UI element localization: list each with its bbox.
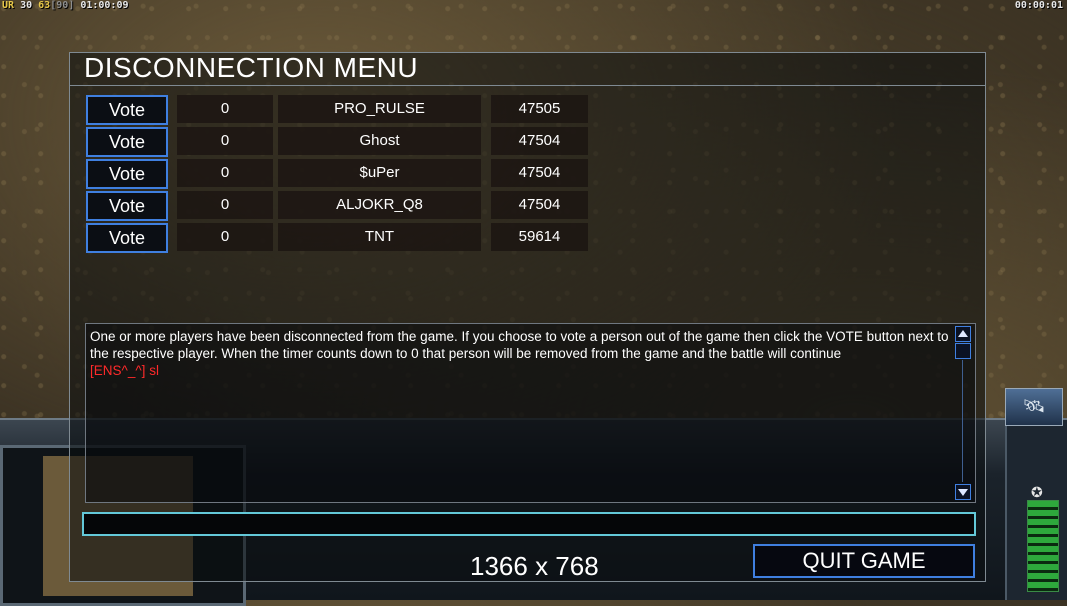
player-timer: 0 — [177, 95, 273, 123]
power-meter — [1027, 500, 1059, 592]
chat-input[interactable] — [82, 512, 976, 536]
player-timer: 0 — [177, 223, 273, 251]
message-box: One or more players have been disconnect… — [85, 323, 976, 503]
chat-message: [ENS^_^] sl — [90, 363, 159, 378]
player-timer: 0 — [177, 159, 273, 187]
star-icon[interactable]: ✪ — [1031, 484, 1051, 500]
scroll-up-icon[interactable] — [955, 326, 971, 342]
hud-stat-a: UR — [2, 0, 15, 11]
hud-stat-d: [90] — [50, 0, 75, 11]
vote-button[interactable]: Vote — [86, 191, 168, 221]
dialog-title: DISCONNECTION MENU — [84, 52, 419, 83]
scroll-track — [962, 360, 963, 482]
message-scrollbar[interactable] — [955, 326, 971, 500]
title-divider — [70, 85, 985, 86]
player-ping: 47504 — [491, 191, 588, 219]
disconnection-dialog: DISCONNECTION MENU Vote 0 PRO_RULSE 4750… — [69, 52, 986, 582]
player-ping: 47504 — [491, 127, 588, 155]
disconnect-message: One or more players have been disconnect… — [90, 329, 949, 361]
message-text: One or more players have been disconnect… — [90, 328, 952, 379]
vote-button[interactable]: Vote — [86, 159, 168, 189]
vote-button[interactable]: Vote — [86, 95, 168, 125]
satellite-icon[interactable]: 🛰 — [1005, 388, 1063, 426]
player-name: $uPer — [278, 159, 481, 187]
player-ping: 47504 — [491, 159, 588, 187]
player-name: ALJOKR_Q8 — [278, 191, 481, 219]
hud-stat-c: 63 — [38, 0, 51, 11]
vote-button[interactable]: Vote — [86, 223, 168, 253]
scroll-thumb[interactable] — [955, 343, 971, 359]
player-ping: 47505 — [491, 95, 588, 123]
player-timer: 0 — [177, 127, 273, 155]
resolution-label: 1366 x 768 — [470, 551, 599, 581]
player-name: TNT — [278, 223, 481, 251]
hud-game-time: 01:00:09 — [80, 0, 129, 11]
player-name: Ghost — [278, 127, 481, 155]
vote-button[interactable]: Vote — [86, 127, 168, 157]
quit-game-button[interactable]: QUIT GAME — [753, 544, 975, 578]
player-ping: 59614 — [491, 223, 588, 251]
player-name: PRO_RULSE — [278, 95, 481, 123]
scroll-down-icon[interactable] — [955, 484, 971, 500]
player-timer: 0 — [177, 191, 273, 219]
hud-stats: UR 30 63[90] 01:00:09 — [2, 0, 129, 11]
hud-timer: 00:00:01 — [1014, 0, 1063, 11]
hud-stat-b: 30 — [20, 0, 33, 11]
